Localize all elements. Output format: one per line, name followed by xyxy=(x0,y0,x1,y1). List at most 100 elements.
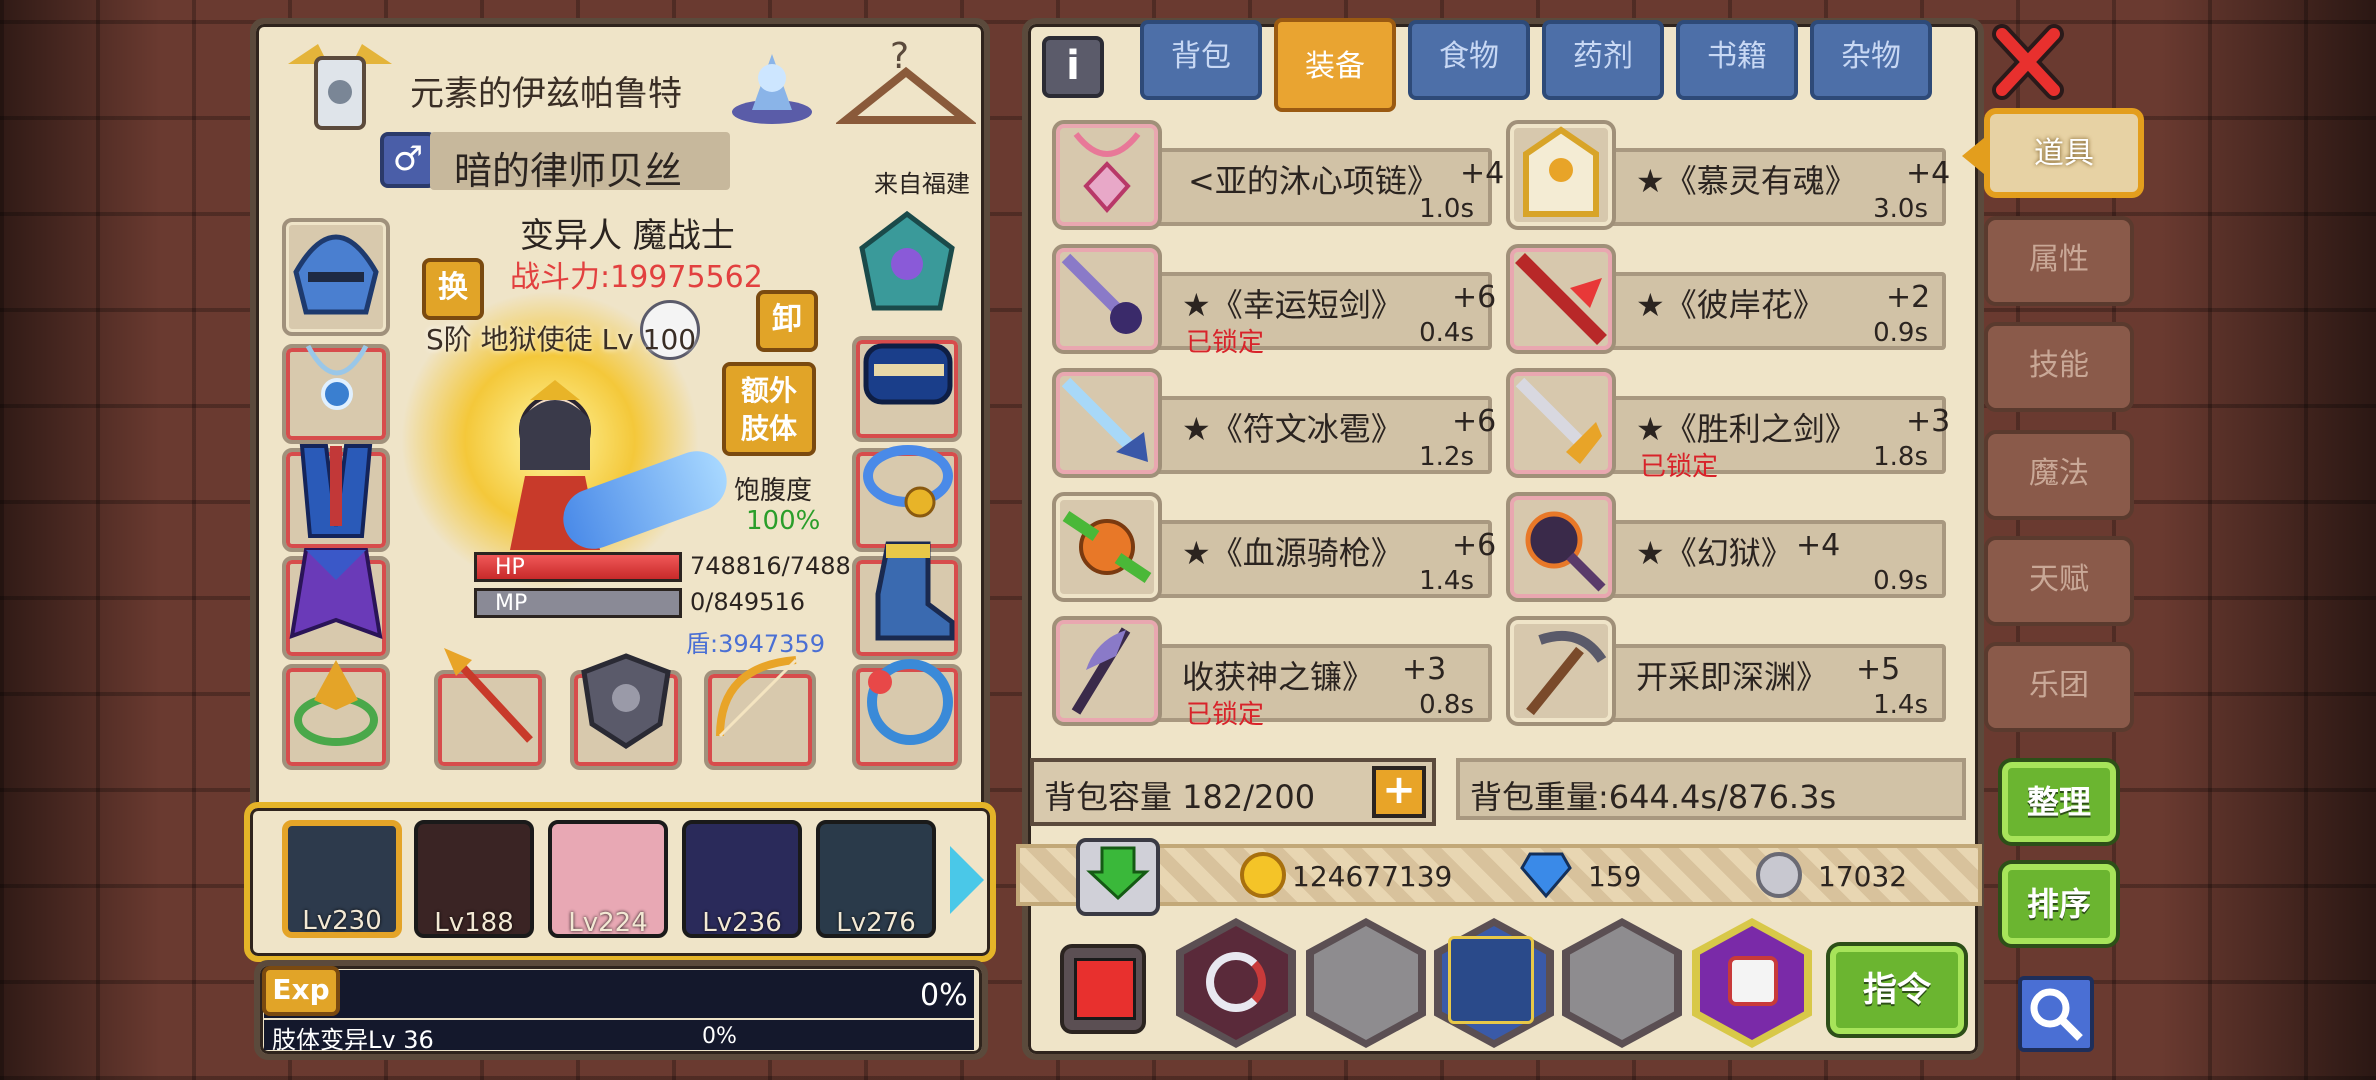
tab-potion[interactable]: 药剂 xyxy=(1542,20,1664,100)
party-member-4[interactable]: Lv236 xyxy=(682,820,802,938)
item-level: +6 xyxy=(1452,528,1497,563)
tab-backpack[interactable]: 背包 xyxy=(1140,20,1262,100)
portal-icon[interactable] xyxy=(722,34,822,130)
sort-button[interactable]: 排序 xyxy=(2002,864,2116,944)
victory-sword-item-icon xyxy=(1506,368,1616,478)
party-member-level: Lv276 xyxy=(836,908,916,938)
side-tab-items[interactable]: 道具 xyxy=(1984,108,2144,198)
side-tab-skills[interactable]: 技能 xyxy=(1984,322,2134,412)
item-name: <亚的沐心项链》 xyxy=(1188,162,1439,200)
item-level: +4 xyxy=(1796,528,1841,563)
mace-item-icon xyxy=(1506,492,1616,602)
list-item[interactable]: ★《胜利之剑》 +3 已锁定 1.8s xyxy=(1506,368,1950,482)
item-grid: <亚的沐心项链》 +4 1.0s ★《慕灵有魂》 +4 3.0s ★《幸运短剑》… xyxy=(1048,114,1958,730)
flower-blade-item-icon xyxy=(1506,244,1616,354)
hp-label: HP xyxy=(495,555,525,580)
list-item[interactable]: 开采即深渊》 +5 1.4s xyxy=(1506,616,1946,726)
cloak-icon xyxy=(286,540,386,644)
tab-books[interactable]: 书籍 xyxy=(1676,20,1798,100)
armor-icon xyxy=(292,436,380,540)
storage-icon[interactable] xyxy=(1076,838,1160,916)
quickslot-number-button[interactable] xyxy=(1060,944,1146,1034)
item-weight: 1.4s xyxy=(1419,566,1474,596)
spear-icon xyxy=(436,640,546,750)
party-next-arrow-icon[interactable] xyxy=(950,846,984,914)
satiety-label: 饱腹度 xyxy=(734,476,813,506)
list-item[interactable]: <亚的沐心项链》 +4 1.0s xyxy=(1052,120,1504,230)
list-item[interactable]: ★《符文冰雹》 +6 1.2s xyxy=(1052,368,1496,478)
class-label: 变异人 魔战士 xyxy=(520,216,735,256)
mp-bar: MP xyxy=(474,588,682,618)
side-tab-attributes[interactable]: 属性 xyxy=(1984,216,2134,306)
item-level: +2 xyxy=(1886,280,1931,315)
item-weight: 1.4s xyxy=(1873,690,1928,720)
gold-coin-icon xyxy=(1240,852,1286,898)
limb-label: 肢体变异Lv 36 xyxy=(272,1026,434,1054)
item-level: +5 xyxy=(1856,652,1901,687)
item-weight: 0.4s xyxy=(1419,318,1474,348)
organize-button[interactable]: 整理 xyxy=(2002,762,2116,842)
svg-text:?: ? xyxy=(890,36,909,77)
side-tab-magic[interactable]: 魔法 xyxy=(1984,430,2134,520)
exp-badge: Exp xyxy=(262,966,340,1016)
item-name: 收获神之镰》 xyxy=(1182,658,1375,696)
item-locked-label: 已锁定 xyxy=(1186,700,1265,730)
item-weight: 1.0s xyxy=(1419,194,1474,224)
list-item[interactable]: ★《慕灵有魂》 +4 3.0s xyxy=(1506,120,1950,230)
accessory-ring-icon xyxy=(858,650,958,750)
shield-icon xyxy=(576,650,676,750)
ring-icon xyxy=(288,650,384,750)
party-member-3[interactable]: Lv224 xyxy=(548,820,668,938)
item-level: +6 xyxy=(1452,404,1497,439)
vortex-icon xyxy=(1206,952,1266,1012)
lance-item-icon xyxy=(1052,492,1162,602)
party-member-level: Lv230 xyxy=(302,906,382,936)
command-button[interactable]: 指令 xyxy=(1830,946,1964,1034)
rank-title: S阶 地狱使徒 Lv 100 xyxy=(426,323,697,356)
item-level: +3 xyxy=(1906,404,1951,439)
mp-label: MP xyxy=(495,591,528,616)
party-member-1[interactable]: Lv230 xyxy=(282,820,402,938)
item-level: +4 xyxy=(1460,156,1505,191)
exp-bar xyxy=(264,970,974,1018)
necklace-item-icon xyxy=(1052,120,1162,230)
expand-bag-button[interactable]: + xyxy=(1372,766,1426,818)
tab-food[interactable]: 食物 xyxy=(1408,20,1530,100)
item-weight: 1.8s xyxy=(1873,442,1928,472)
bracelet-icon xyxy=(858,436,958,532)
silver-amount: 17032 xyxy=(1818,860,1908,893)
gem-amount: 159 xyxy=(1588,860,1642,893)
side-tab-band[interactable]: 乐团 xyxy=(1984,642,2134,732)
hanger-icon[interactable]: ? xyxy=(834,32,978,132)
necklace-icon xyxy=(300,340,374,420)
origin-label: 来自福建 xyxy=(874,170,970,198)
side-tab-talent[interactable]: 天赋 xyxy=(1984,536,2134,626)
info-button[interactable]: i xyxy=(1042,36,1104,98)
unequip-button[interactable]: 卸 xyxy=(756,290,818,352)
party-member-2[interactable]: Lv188 xyxy=(414,820,534,938)
crest-icon xyxy=(852,208,962,318)
scythe-item-icon xyxy=(1052,616,1162,726)
character-name: 暗的律师贝丝 xyxy=(454,149,683,193)
list-item[interactable]: ★《彼岸花》 +2 0.9s xyxy=(1506,244,1946,354)
list-item[interactable]: ★《幻狱》 +4 0.9s xyxy=(1506,492,1946,602)
tab-misc[interactable]: 杂物 xyxy=(1810,20,1932,100)
item-name: ★《血源骑枪》 xyxy=(1182,534,1403,572)
hp-bar: HP xyxy=(474,552,682,582)
item-weight: 0.9s xyxy=(1873,318,1928,348)
close-icon[interactable] xyxy=(1992,24,2064,100)
list-item[interactable]: 收获神之镰》 +3 已锁定 0.8s xyxy=(1052,616,1492,730)
tab-equipment[interactable]: 装备 xyxy=(1274,18,1396,112)
search-button[interactable] xyxy=(2018,976,2094,1052)
extra-limb-button[interactable]: 额外 肢体 xyxy=(722,362,816,456)
item-level: +6 xyxy=(1452,280,1497,315)
crown-item-icon xyxy=(1506,120,1616,230)
pickaxe-item-icon xyxy=(1506,616,1616,726)
list-item[interactable]: ★《幸运短剑》 +6 已锁定 0.4s xyxy=(1052,244,1496,358)
party-member-5[interactable]: Lv276 xyxy=(816,820,936,938)
side-tab-pointer-icon xyxy=(1962,138,1984,174)
item-weight: 1.2s xyxy=(1419,442,1474,472)
swap-button[interactable]: 换 xyxy=(422,258,484,320)
list-item[interactable]: ★《血源骑枪》 +6 1.4s xyxy=(1052,492,1496,602)
shield-value: 盾:3947359 xyxy=(686,630,825,658)
